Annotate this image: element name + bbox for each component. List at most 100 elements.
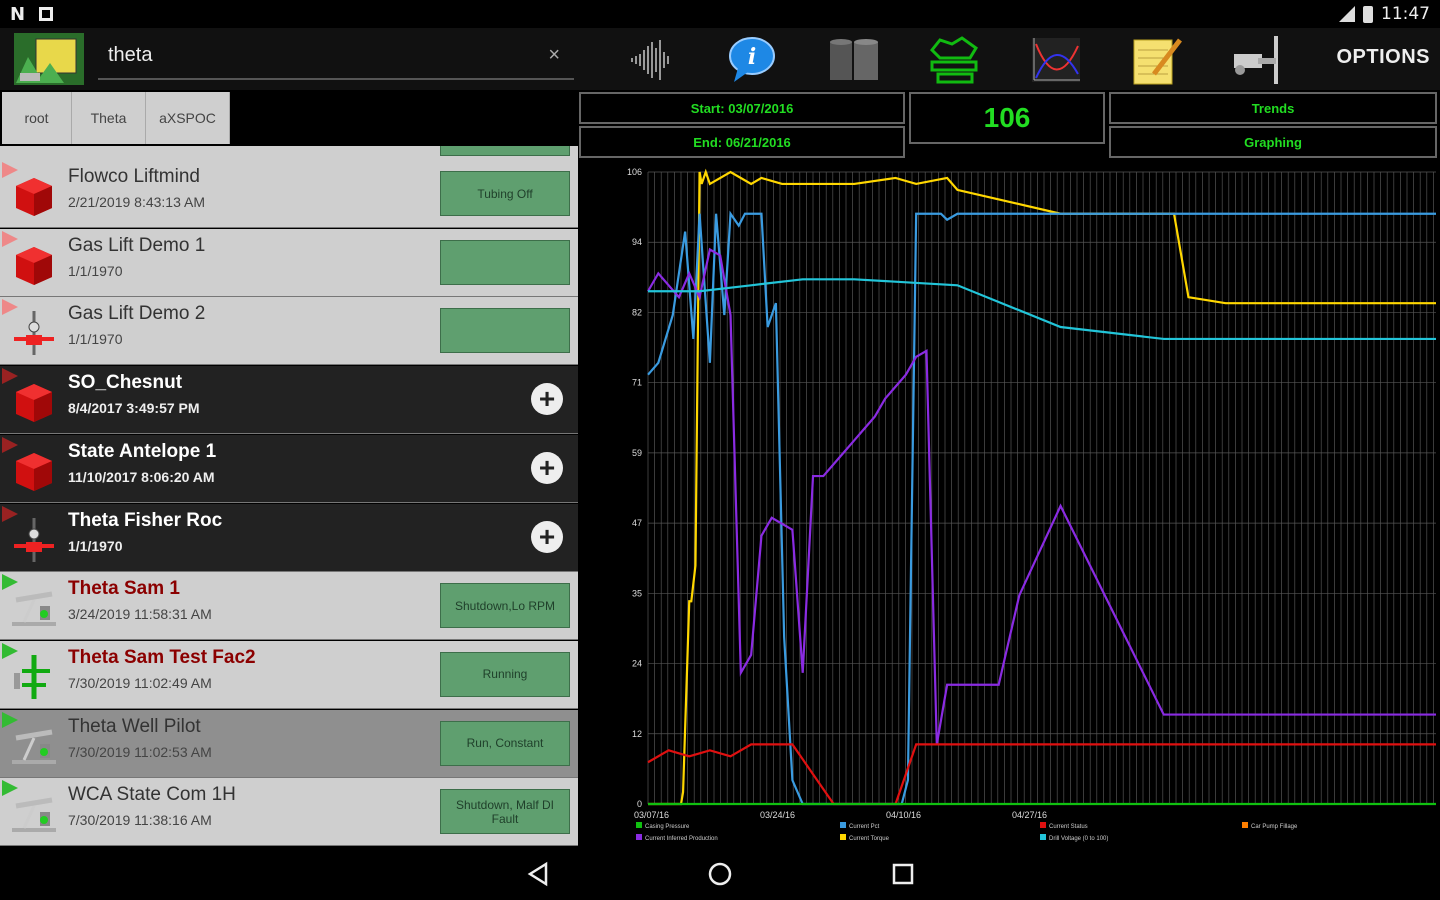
status-button[interactable]: Shutdown, Malf DI Fault xyxy=(440,789,570,835)
search-input[interactable]: theta × xyxy=(98,38,574,80)
add-button[interactable]: + xyxy=(531,383,563,416)
legend-swatch xyxy=(636,822,642,828)
status-button[interactable]: Shutdown,Lo RPM xyxy=(440,583,570,629)
y-tick-label: 59 xyxy=(632,448,642,458)
item-date: 11/10/2017 8:06:20 AM xyxy=(68,468,215,485)
list-item[interactable]: Theta Sam 1 3/24/2019 11:58:31 AM Shutdown… xyxy=(0,572,578,641)
valve-icon xyxy=(14,311,54,356)
item-date: 7/30/2019 11:02:53 AM xyxy=(68,743,212,760)
legend-swatch xyxy=(636,834,642,840)
y-tick-label: 12 xyxy=(632,729,642,739)
list-item[interactable]: Theta Fisher Roc 1/1/1970 + xyxy=(0,503,578,572)
recents-icon[interactable] xyxy=(890,861,916,887)
info-icon[interactable]: i xyxy=(724,34,780,86)
legend-swatch xyxy=(1242,822,1248,828)
pumpjack-icon xyxy=(12,591,56,627)
clear-icon[interactable]: × xyxy=(548,44,560,67)
start-date[interactable]: Start: 03/07/2016 xyxy=(579,92,905,124)
y-tick-label: 0 xyxy=(637,799,642,809)
notification-square-icon xyxy=(39,7,54,21)
legend-swatch xyxy=(840,834,846,840)
crumb-theta[interactable]: Theta xyxy=(72,92,146,144)
status-bar: N 11:47 xyxy=(0,0,1440,28)
legend-label: Current Inferred Production xyxy=(645,836,718,842)
list-item[interactable]: SO_Chesnut 8/4/2017 3:49:57 PM + xyxy=(0,366,578,435)
tank-icon[interactable] xyxy=(826,34,882,86)
list-item[interactable]: Gas Lift Demo 1 1/1/1970 xyxy=(0,228,578,297)
status-button[interactable]: Run, Constant xyxy=(440,720,570,766)
status-button[interactable] xyxy=(440,239,570,285)
status-button[interactable] xyxy=(440,308,570,354)
home-icon[interactable] xyxy=(707,861,733,887)
x-tick-label: 04/27/16 xyxy=(1012,810,1047,820)
end-date[interactable]: End: 06/21/2016 xyxy=(579,126,905,158)
item-date: 3/24/2019 11:58:31 AM xyxy=(68,606,212,623)
graphing-button[interactable]: Graphing xyxy=(1109,126,1437,158)
notepad-icon[interactable] xyxy=(1130,34,1186,86)
y-tick-label: 47 xyxy=(632,518,642,528)
list-item[interactable]: WCA State Com 1H 7/30/2019 11:38:16 AM Shu… xyxy=(0,778,578,847)
legend-swatch xyxy=(1040,822,1046,828)
cloud-icon[interactable] xyxy=(926,34,982,86)
notification-n-icon: N xyxy=(10,4,26,25)
legend-label: Current Torque xyxy=(849,836,890,842)
waveform-icon[interactable] xyxy=(622,34,678,86)
y-tick-label: 94 xyxy=(632,237,642,247)
svg-text:i: i xyxy=(748,44,756,70)
item-name: Theta Sam 1 xyxy=(68,578,180,600)
add-button[interactable]: + xyxy=(531,451,563,484)
options-button[interactable]: OPTIONS xyxy=(1336,46,1430,69)
y-tick-label: 35 xyxy=(632,588,642,598)
pump-icon[interactable] xyxy=(1230,34,1286,86)
legend-swatch xyxy=(840,822,846,828)
red-cube-icon xyxy=(16,452,52,491)
status-button[interactable]: Running xyxy=(440,651,570,697)
pumpjack-icon xyxy=(12,729,56,764)
item-date: 8/4/2017 3:49:57 PM xyxy=(68,400,200,417)
crumb-axspoc[interactable]: aXSPOC xyxy=(146,92,230,144)
red-cube-icon xyxy=(16,178,52,216)
crumb-root[interactable]: root xyxy=(2,92,72,144)
status-button[interactable] xyxy=(440,146,570,156)
item-name: Theta Well Pilot xyxy=(68,715,201,737)
item-date: 1/1/1970 xyxy=(68,537,123,554)
item-date: 7/30/2019 11:38:16 AM xyxy=(68,812,212,829)
back-icon[interactable] xyxy=(526,861,552,887)
legend-label: Current Pct xyxy=(849,824,880,830)
legend-label: Casing Pressure xyxy=(645,824,690,830)
x-tick-label: 04/10/16 xyxy=(886,810,921,820)
status-button[interactable]: Tubing Off xyxy=(440,171,570,216)
x-tick-label: 03/24/16 xyxy=(760,810,795,820)
y-tick-label: 82 xyxy=(632,307,642,317)
y-tick-label: 24 xyxy=(632,659,642,669)
list-item-partial xyxy=(0,146,578,160)
list-item[interactable]: State Antelope 1 11/10/2017 8:06:20 AM + xyxy=(0,434,578,503)
series-line-2 xyxy=(647,247,1436,745)
legend-label: Current Status xyxy=(1049,824,1088,830)
battery-icon xyxy=(1363,5,1373,23)
signal-icon xyxy=(1339,6,1355,22)
legend-swatch xyxy=(1040,834,1046,840)
clock: 11:47 xyxy=(1381,4,1430,24)
list-item[interactable]: Flowco Liftmind 2/21/2019 8:43:13 AM Tubin… xyxy=(0,160,578,228)
item-date: 1/1/1970 xyxy=(68,262,123,279)
toolbar: theta × i OPTIONS xyxy=(0,28,1440,90)
item-name: Theta Fisher Roc xyxy=(68,509,223,531)
trend-chart[interactable]: 106 94 82 71 59 47 35 24 12 003/07/16 03/24/16 04/1… xyxy=(578,160,1440,847)
y-tick-label: 106 xyxy=(627,167,642,177)
app-logo-icon[interactable] xyxy=(14,33,84,85)
list-item[interactable]: Gas Lift Demo 2 1/1/1970 xyxy=(0,297,578,366)
list-item[interactable]: Theta Sam Test Fac2 7/30/2019 11:02:49 AM… xyxy=(0,640,578,709)
item-name: Theta Sam Test Fac2 xyxy=(68,646,256,668)
well-list: Flowco Liftmind 2/21/2019 8:43:13 AM Tubin… xyxy=(0,146,578,847)
graph-icon[interactable] xyxy=(1028,34,1084,86)
add-button[interactable]: + xyxy=(531,520,563,553)
item-date: 7/30/2019 11:02:49 AM xyxy=(68,674,212,691)
item-name: WCA State Com 1H xyxy=(68,784,236,806)
valve-icon xyxy=(14,517,54,562)
legend-label: Car Pump Fillage xyxy=(1251,824,1298,830)
red-cube-icon xyxy=(16,246,52,285)
trends-button[interactable]: Trends xyxy=(1109,92,1437,124)
list-item[interactable]: Theta Well Pilot 7/30/2019 11:02:53 AM Run… xyxy=(0,709,578,778)
series-line-4 xyxy=(647,743,1436,806)
